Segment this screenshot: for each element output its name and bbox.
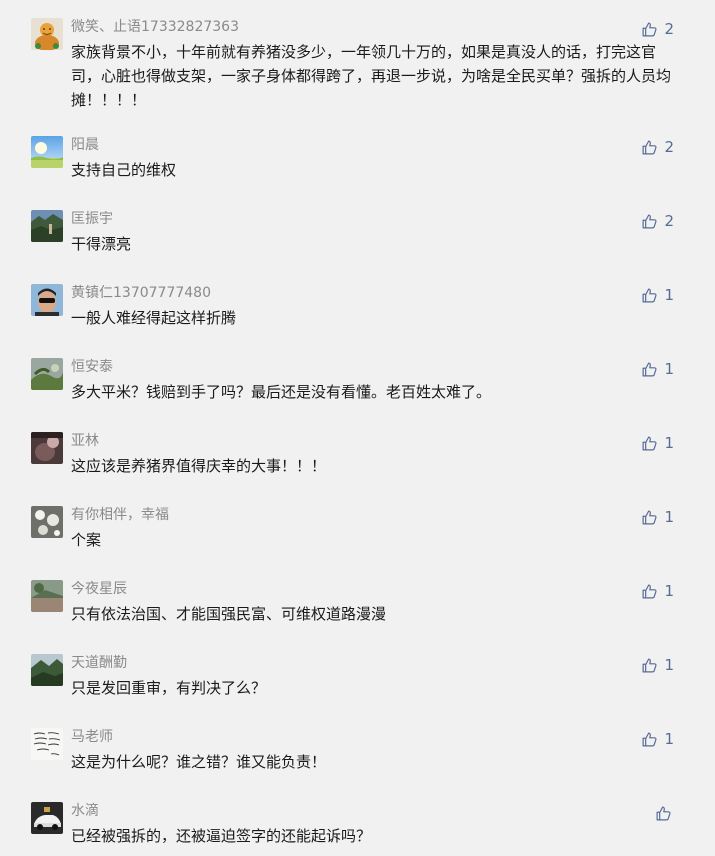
avatar[interactable] — [31, 136, 63, 168]
commenter-name[interactable]: 恒安泰 — [71, 357, 113, 377]
thumbs-up-icon — [642, 22, 657, 36]
avatar[interactable] — [31, 728, 63, 760]
thumbs-up-icon — [642, 140, 657, 154]
commenter-name[interactable]: 亚林 — [71, 431, 99, 451]
avatar[interactable] — [31, 432, 63, 464]
like-count: 1 — [664, 286, 674, 304]
comment-text: 这应该是养猪界值得庆幸的大事！！！ — [71, 457, 327, 475]
commenter-name[interactable]: 天道酬勤 — [71, 653, 127, 673]
like-count: 2 — [664, 212, 674, 230]
thumbs-up-icon — [642, 658, 657, 672]
comment-text: 一般人难经得起这样折腾 — [71, 309, 237, 327]
commenter-name[interactable]: 有你相伴，幸福 — [71, 505, 169, 525]
comment-list: 微笑、止语17332827363 家族背景不小，十年前就有养猪没多少，一年领几十… — [0, 0, 715, 856]
like-count: 2 — [664, 138, 674, 156]
comment-text: 支持自己的维权 — [71, 161, 177, 179]
like-button[interactable]: 2 — [641, 136, 674, 158]
commenter-name[interactable]: 马老师 — [71, 727, 113, 747]
thumbs-up-icon — [642, 362, 657, 376]
commenter-name[interactable]: 水滴 — [71, 801, 99, 821]
comment-text: 已经被强拆的，还被逼迫签字的还能起诉吗？ — [71, 827, 372, 845]
avatar[interactable] — [31, 358, 63, 390]
like-button[interactable]: 1 — [641, 654, 674, 676]
thumbs-up-icon — [642, 288, 657, 302]
like-count: 1 — [664, 360, 674, 378]
comment-text: 干得漂亮 — [71, 235, 132, 253]
commenter-name[interactable]: 今夜星辰 — [71, 579, 127, 599]
like-button[interactable]: 2 — [641, 18, 674, 40]
like-count: 1 — [664, 582, 674, 600]
avatar[interactable] — [31, 506, 63, 538]
comment-text: 这是为什么呢？谁之错？谁又能负责！ — [71, 753, 327, 771]
like-count: 1 — [664, 730, 674, 748]
like-button[interactable]: 2 — [641, 210, 674, 232]
like-count: 1 — [664, 656, 674, 674]
avatar[interactable] — [31, 18, 63, 50]
like-button[interactable]: 1 — [641, 358, 674, 380]
commenter-name[interactable]: 黄镇仁13707777480 — [71, 283, 211, 303]
thumbs-up-icon — [642, 510, 657, 524]
like-count: 1 — [664, 434, 674, 452]
thumbs-up-icon — [656, 806, 671, 820]
thumbs-up-icon — [642, 584, 657, 598]
comment-text: 只有依法治国、才能国强民富、可维权道路漫漫 — [71, 605, 387, 623]
thumbs-up-icon — [642, 732, 657, 746]
like-count: 1 — [664, 508, 674, 526]
comment-text: 多大平米？钱赔到手了吗？最后还是没有看懂。老百姓太难了。 — [71, 383, 492, 401]
thumbs-up-icon — [642, 436, 657, 450]
commenter-name[interactable]: 匡振宇 — [71, 209, 113, 229]
thumbs-up-icon — [642, 214, 657, 228]
like-button[interactable]: 1 — [641, 728, 674, 750]
avatar[interactable] — [31, 654, 63, 686]
comment-text: 家族背景不小，十年前就有养猪没多少，一年领几十万的，如果是真没人的话，打完这官司… — [71, 43, 672, 109]
commenter-name[interactable]: 阳晨 — [71, 135, 99, 155]
avatar[interactable] — [31, 210, 63, 242]
avatar[interactable] — [31, 802, 63, 834]
avatar[interactable] — [31, 284, 63, 316]
like-button[interactable]: 1 — [641, 432, 674, 454]
comment-text: 只是发回重审，有判决了么？ — [71, 679, 267, 697]
like-button[interactable] — [655, 802, 672, 824]
like-button[interactable]: 1 — [641, 506, 674, 528]
like-count: 2 — [664, 20, 674, 38]
avatar[interactable] — [31, 580, 63, 612]
like-button[interactable]: 1 — [641, 580, 674, 602]
like-button[interactable]: 1 — [641, 284, 674, 306]
commenter-name[interactable]: 微笑、止语17332827363 — [71, 17, 239, 37]
comment-text: 个案 — [71, 531, 102, 549]
